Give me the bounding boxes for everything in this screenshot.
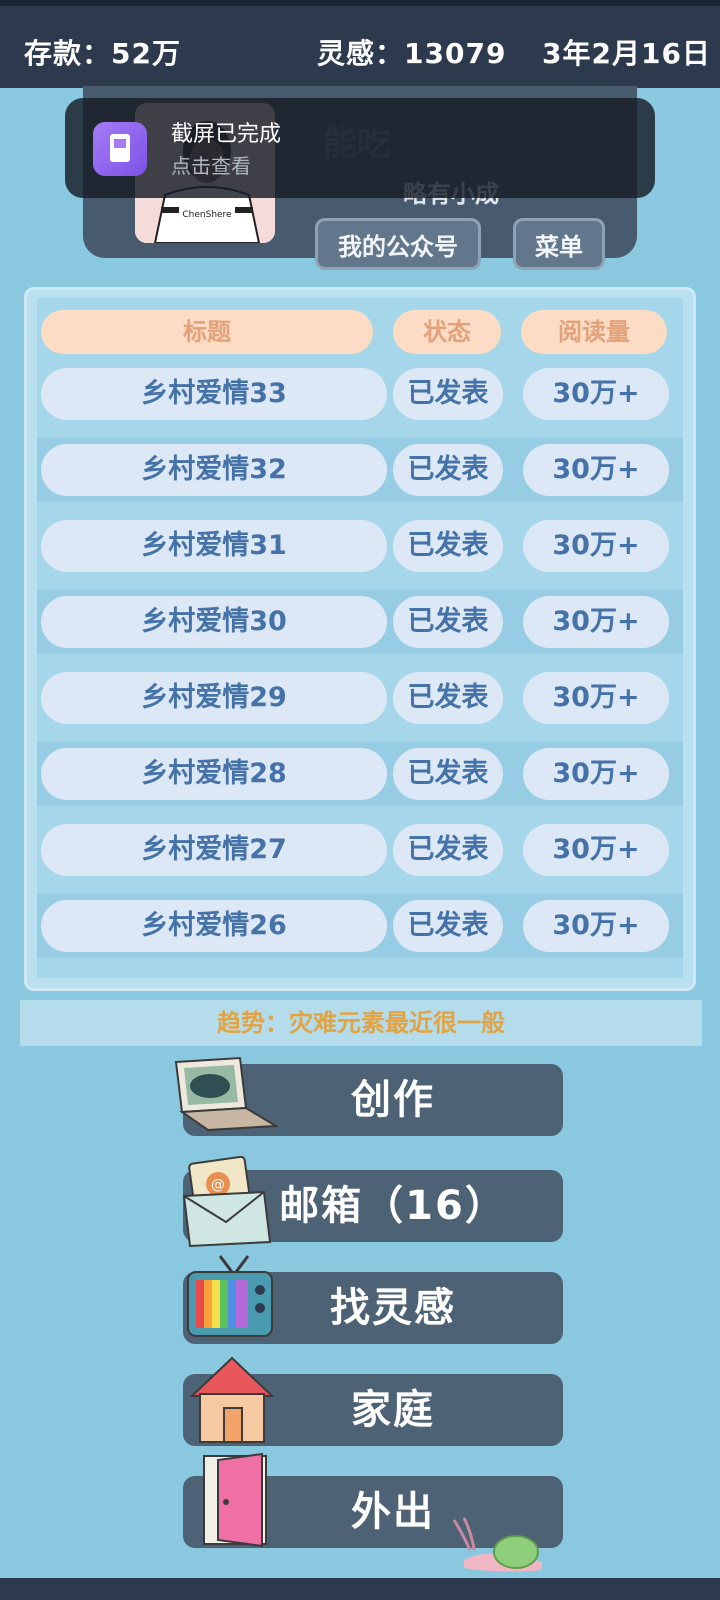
tv-icon: [184, 1254, 280, 1344]
article-status: 已发表: [393, 900, 503, 952]
article-list[interactable]: 标题 状态 阅读量 乡村爱情33 已发表 30万+ 乡村爱情32 已发表 30万…: [37, 298, 683, 978]
article-title[interactable]: 乡村爱情29: [41, 672, 387, 724]
bottom-bar: [0, 1578, 720, 1600]
article-reads: 30万+: [523, 672, 669, 724]
table-row[interactable]: 乡村爱情28 已发表 30万+: [37, 742, 683, 806]
trend-banner: 趋势：灾难元素最近很一般: [20, 1000, 702, 1046]
article-reads: 30万+: [523, 520, 669, 572]
article-status: 已发表: [393, 520, 503, 572]
article-title[interactable]: 乡村爱情31: [41, 520, 387, 572]
savings-display: 存款：52万: [24, 37, 181, 70]
table-row[interactable]: 乡村爱情29 已发表 30万+: [37, 666, 683, 730]
article-reads: 30万+: [523, 748, 669, 800]
svg-text:ChenShere: ChenShere: [182, 210, 232, 220]
table-row[interactable]: 乡村爱情33 已发表 30万+: [37, 362, 683, 426]
header-title: 标题: [41, 310, 373, 354]
article-status: 已发表: [393, 824, 503, 876]
find-inspiration-label: 找灵感: [330, 1285, 456, 1331]
table-row[interactable]: 乡村爱情31 已发表 30万+: [37, 514, 683, 578]
article-title[interactable]: 乡村爱情32: [41, 444, 387, 496]
laptop-icon: [172, 1056, 280, 1140]
my-account-button[interactable]: 我的公众号: [315, 218, 481, 270]
header-status: 状态: [393, 310, 501, 354]
go-out-label: 外出: [351, 1489, 435, 1535]
article-title[interactable]: 乡村爱情28: [41, 748, 387, 800]
article-title[interactable]: 乡村爱情30: [41, 596, 387, 648]
mail-icon: @: [180, 1155, 274, 1252]
screenshot-toast[interactable]: 截屏已完成 点击查看: [65, 98, 655, 198]
table-row[interactable]: 乡村爱情32 已发表 30万+: [37, 438, 683, 502]
article-reads: 30万+: [523, 824, 669, 876]
article-reads: 30万+: [523, 900, 669, 952]
table-row[interactable]: 乡村爱情27 已发表 30万+: [37, 818, 683, 882]
article-reads: 30万+: [523, 444, 669, 496]
inspiration-display: 灵感：13079: [317, 37, 507, 70]
status-bar: 存款：52万 灵感：13079 3年2月16日: [0, 0, 720, 88]
table-row[interactable]: 乡村爱情26 已发表 30万+: [37, 894, 683, 958]
table-row[interactable]: 乡村爱情30 已发表 30万+: [37, 590, 683, 654]
create-label: 创作: [351, 1077, 435, 1123]
article-reads: 30万+: [523, 368, 669, 420]
header-reads: 阅读量: [521, 310, 667, 354]
toast-title: 截屏已完成: [171, 122, 282, 147]
article-title[interactable]: 乡村爱情26: [41, 900, 387, 952]
svg-text:@: @: [211, 1177, 225, 1193]
article-status: 已发表: [393, 444, 503, 496]
article-title[interactable]: 乡村爱情33: [41, 368, 387, 420]
article-table: 标题 状态 阅读量 乡村爱情33 已发表 30万+ 乡村爱情32 已发表 30万…: [24, 287, 696, 991]
family-label: 家庭: [351, 1387, 435, 1433]
article-reads: 30万+: [523, 596, 669, 648]
door-icon: [200, 1452, 270, 1552]
article-status: 已发表: [393, 368, 503, 420]
article-title[interactable]: 乡村爱情27: [41, 824, 387, 876]
toast-subtitle: 点击查看: [171, 154, 251, 178]
house-icon: [186, 1354, 276, 1450]
article-status: 已发表: [393, 596, 503, 648]
game-date: 3年2月16日: [542, 37, 711, 70]
screenshot-icon: [93, 122, 147, 176]
article-status: 已发表: [393, 672, 503, 724]
snail-icon: [450, 1516, 550, 1580]
article-status: 已发表: [393, 748, 503, 800]
mailbox-label: 邮箱（16）: [279, 1183, 507, 1229]
menu-button[interactable]: 菜单: [513, 218, 605, 270]
